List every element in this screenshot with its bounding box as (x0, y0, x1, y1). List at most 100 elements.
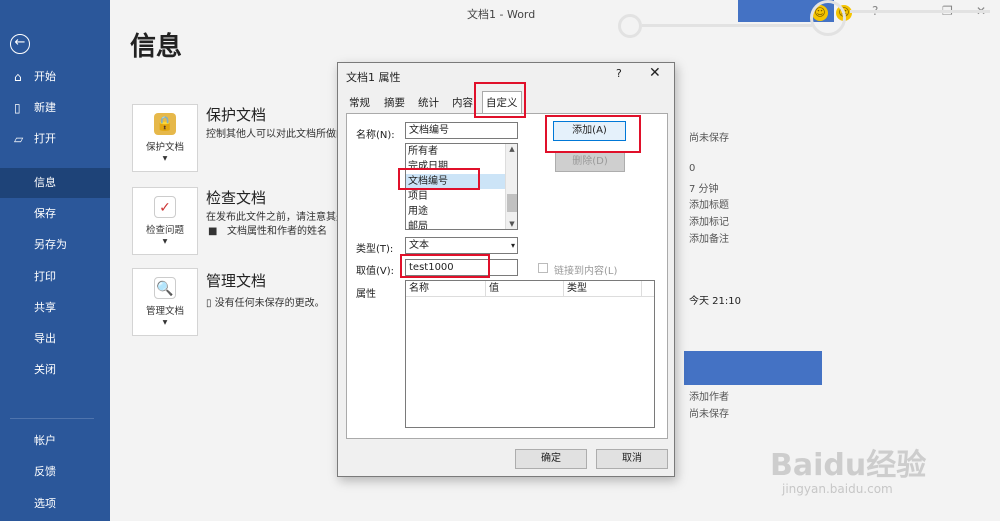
decor-circle (810, 0, 846, 36)
new-doc-icon: ▯ (14, 101, 21, 115)
redacted-author-block (684, 351, 822, 385)
lock-icon: 🔒 (154, 113, 176, 135)
sidebar-item-label: 帐户 (34, 434, 56, 447)
name-input[interactable]: 文档编号 (405, 122, 518, 139)
decor-line (642, 24, 812, 27)
sidebar-item-close[interactable]: 关闭 (0, 355, 110, 385)
prop-last-saved: 尚未保存 (689, 409, 729, 420)
card-button-label: 保护文档 (145, 142, 184, 153)
grid-header-name[interactable]: 名称 (406, 281, 486, 296)
prop-unsaved: 尚未保存 (689, 133, 729, 144)
scroll-up-icon[interactable]: ▲ (506, 145, 517, 153)
value-label: 取值(V): (356, 266, 395, 277)
name-label: 名称(N): (356, 130, 395, 141)
cancel-button[interactable]: 取消 (596, 449, 668, 469)
tab-statistics[interactable]: 统计 (415, 94, 442, 112)
sidebar-item-save[interactable]: 保存 (0, 199, 110, 229)
sidebar-item-label: 共享 (34, 301, 56, 314)
ok-button[interactable]: 确定 (515, 449, 587, 469)
link-to-content-label: 链接到内容(L) (554, 266, 618, 277)
sidebar-item-label: 反馈 (34, 465, 56, 478)
tab-contents[interactable]: 内容 (449, 94, 476, 112)
inspect-doc-icon: ✓ (154, 196, 176, 218)
prop-edit-time: 7 分钟 (689, 184, 719, 195)
sidebar-item-account[interactable]: 帐户 (0, 426, 110, 456)
sidebar-item-label: 打印 (34, 270, 56, 283)
sidebar-item-print[interactable]: 打印 (0, 262, 110, 292)
inspect-title: 检查文档 (206, 189, 267, 207)
prop-add-title[interactable]: 添加标题 (689, 196, 729, 211)
listbox-scrollbar[interactable]: ▲ ▼ (505, 144, 517, 229)
close-icon[interactable]: ✕ (649, 65, 661, 81)
annotation-box-custom-tab (474, 82, 526, 118)
home-icon: ⌂ (14, 70, 22, 84)
sidebar-item-label: 开始 (34, 70, 56, 83)
inspect-desc: 在发布此文件之前，请注意其是 (206, 212, 346, 223)
backstage-sidebar: ← ⌂ 开始 ▯ 新建 ▱ 打开 信息 保存 另存为 打印 共享 导出 关闭 帐… (0, 0, 110, 521)
type-select[interactable]: 文本 ▾ (405, 237, 518, 254)
sidebar-item-label: 保存 (34, 207, 56, 220)
decor-circle (618, 14, 642, 38)
tab-summary[interactable]: 摘要 (381, 94, 408, 112)
annotation-box-add-button (545, 115, 641, 153)
properties-grid[interactable]: 名称 值 类型 (405, 280, 655, 428)
baidu-watermark: Baidu经验 (770, 448, 927, 483)
delete-button[interactable]: 删除(D) (555, 152, 625, 172)
tab-general[interactable]: 常规 (346, 94, 373, 112)
sidebar-divider (10, 418, 94, 419)
list-item[interactable]: 所有者 (406, 144, 517, 159)
list-item[interactable]: 用途 (406, 204, 517, 219)
manage-doc-icon: 🔍 (154, 277, 176, 299)
back-arrow-icon[interactable]: ← (10, 34, 30, 54)
sidebar-item-export[interactable]: 导出 (0, 324, 110, 354)
grid-header-type[interactable]: 类型 (564, 281, 642, 296)
prop-add-author[interactable]: 添加作者 (689, 388, 729, 403)
sidebar-item-options[interactable]: 选项 (0, 489, 110, 519)
list-item[interactable]: 邮局 (406, 219, 517, 229)
prop-add-comment[interactable]: 添加备注 (689, 230, 729, 245)
window-title: 文档1 - Word (467, 8, 536, 21)
folder-icon: ▱ (14, 132, 24, 146)
inspect-desc2: 文档属性和作者的姓名 (226, 226, 327, 237)
page-title: 信息 (130, 32, 183, 62)
sidebar-item-label: 导出 (34, 332, 56, 345)
manage-title: 管理文档 (206, 272, 267, 290)
sidebar-item-home[interactable]: ⌂ 开始 (0, 62, 110, 92)
annotation-box-value (400, 254, 490, 278)
protect-title: 保护文档 (206, 106, 267, 124)
manage-desc: 没有任何未保存的更改。 (214, 298, 325, 309)
protect-document-button[interactable]: 🔒 保护文档 ▾ (132, 104, 198, 172)
sidebar-item-info[interactable]: 信息 (0, 168, 110, 198)
prop-today: 今天 21:10 (689, 296, 741, 307)
chevron-down-icon: ▾ (510, 241, 515, 250)
scroll-thumb[interactable] (507, 194, 517, 212)
sidebar-item-open[interactable]: ▱ 打开 (0, 124, 110, 154)
sidebar-item-label: 信息 (34, 176, 56, 189)
help-icon[interactable]: ? (616, 67, 622, 80)
check-issues-button[interactable]: ✓ 检查问题 ▾ (132, 187, 198, 255)
sidebar-item-share[interactable]: 共享 (0, 293, 110, 323)
annotation-box-doc-number (398, 168, 480, 190)
protect-desc: 控制其他人可以对此文档所做的 (206, 129, 346, 140)
prop-pages: 0 (689, 163, 696, 174)
sidebar-item-label: 关闭 (34, 363, 56, 376)
grid-header-divider (406, 296, 654, 297)
manage-document-button[interactable]: 🔍 管理文档 ▾ (132, 268, 198, 336)
baidu-watermark-url: jingyan.baidu.com (782, 482, 893, 496)
list-item[interactable]: 项目 (406, 189, 517, 204)
sidebar-item-new[interactable]: ▯ 新建 (0, 93, 110, 123)
properties-label: 属性 (356, 289, 376, 300)
decor-line (850, 10, 990, 13)
prop-add-tag[interactable]: 添加标记 (689, 213, 729, 228)
chevron-down-icon: ▾ (162, 317, 168, 328)
sidebar-item-label: 打开 (34, 132, 56, 145)
sidebar-item-feedback[interactable]: 反馈 (0, 457, 110, 487)
doc-icon: ▯ (206, 298, 215, 309)
scroll-down-icon[interactable]: ▼ (506, 220, 517, 228)
sidebar-item-label: 另存为 (34, 238, 67, 251)
type-label: 类型(T): (356, 244, 394, 255)
sidebar-item-save-as[interactable]: 另存为 (0, 230, 110, 260)
sidebar-item-label: 新建 (34, 101, 56, 114)
grid-header-value[interactable]: 值 (486, 281, 564, 296)
link-to-content-checkbox[interactable] (538, 263, 548, 273)
